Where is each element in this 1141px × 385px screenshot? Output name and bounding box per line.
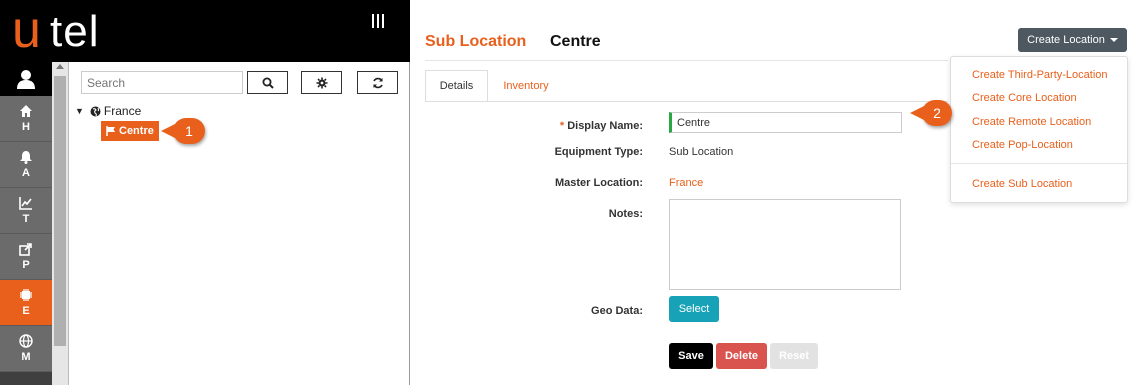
- nav-item-label: P: [22, 259, 30, 271]
- nav-item-map[interactable]: M: [0, 326, 52, 372]
- globe-icon: [90, 106, 101, 116]
- display-name-label-text: Display Name:: [567, 120, 643, 132]
- tree-node-label: Centre: [119, 125, 154, 137]
- save-button[interactable]: Save: [669, 343, 713, 369]
- scroll-thumb[interactable]: [54, 76, 66, 346]
- equipment-type-value: Sub Location: [669, 146, 734, 158]
- geo-select-button[interactable]: Select: [669, 296, 719, 322]
- menu-item-sub[interactable]: Create Sub Location: [972, 178, 1072, 190]
- delete-button[interactable]: Delete: [716, 343, 767, 369]
- menu-item-third-party[interactable]: Create Third-Party-Location: [972, 69, 1108, 81]
- notes-textarea[interactable]: [669, 199, 901, 290]
- nav-item-label: T: [22, 213, 30, 225]
- nav-item-label: E: [22, 305, 30, 317]
- location-tree-panel: ▼ France Centre: [70, 62, 410, 385]
- refresh-icon: [372, 77, 383, 88]
- display-name-field[interactable]: Centre: [669, 112, 902, 133]
- panel-toggle-icon[interactable]: [372, 14, 384, 32]
- search-button[interactable]: [247, 71, 288, 94]
- display-name-label: * Display Name:: [413, 120, 643, 132]
- tree-search-input[interactable]: [81, 71, 243, 94]
- nav-item-home[interactable]: H: [0, 96, 52, 142]
- refresh-button[interactable]: [357, 71, 398, 94]
- nav-item-p[interactable]: P: [0, 234, 52, 280]
- main-content: Sub Location Centre Create Location Deta…: [411, 0, 1141, 385]
- callout-number: 2: [933, 105, 941, 121]
- required-marker: *: [559, 120, 565, 132]
- tree-settings-button[interactable]: [301, 71, 342, 94]
- nav-item-label: A: [22, 167, 30, 179]
- page-subtitle: Centre: [550, 33, 601, 50]
- tree-node-label: France: [103, 104, 142, 118]
- chart-line-icon: [19, 197, 32, 210]
- chip-icon: [20, 289, 32, 301]
- utel-logo[interactable]: u tel: [12, 1, 132, 59]
- gear-icon: [316, 77, 327, 88]
- header-divider: [425, 60, 948, 61]
- menu-item-pop[interactable]: Create Pop-Location: [972, 139, 1073, 151]
- notes-label: Notes:: [608, 208, 643, 220]
- user-avatar-button[interactable]: [0, 62, 52, 96]
- nav-item-label: H: [22, 121, 30, 133]
- search-icon: [262, 77, 274, 89]
- tree-node-root[interactable]: ▼ France: [75, 104, 141, 118]
- master-location-link[interactable]: France: [669, 177, 703, 189]
- tab-divider: [425, 101, 948, 102]
- tab-inventory[interactable]: Inventory: [491, 70, 561, 102]
- master-location-label: Master Location:: [554, 177, 643, 189]
- create-location-label: Create Location: [1027, 34, 1105, 46]
- equipment-type-label: Equipment Type:: [554, 146, 643, 158]
- bell-icon: [20, 151, 32, 164]
- logo-text: tel: [50, 7, 100, 56]
- flag-icon: [106, 126, 115, 136]
- tree-scrollbar[interactable]: [52, 62, 69, 385]
- menu-divider: [951, 163, 1127, 164]
- nav-item-label: M: [21, 351, 31, 363]
- nav-item-trends[interactable]: T: [0, 188, 52, 234]
- caret-down-icon: [1109, 38, 1118, 42]
- callout-number: 1: [185, 123, 193, 139]
- caret-down-icon[interactable]: ▼: [75, 106, 84, 116]
- tree-node-selected[interactable]: Centre: [101, 121, 159, 141]
- user-icon: [17, 70, 35, 89]
- step-callout-1: 1: [161, 118, 205, 144]
- create-location-menu: Create Third-Party-Location Create Core …: [950, 56, 1128, 203]
- share-icon: [19, 243, 32, 256]
- logo-u: u: [12, 1, 41, 59]
- top-bar: u tel: [0, 0, 410, 62]
- home-icon: [20, 105, 32, 117]
- globe-icon: [19, 334, 33, 348]
- nav-item-equipment[interactable]: E: [0, 280, 52, 326]
- page-title: Sub Location: [425, 33, 527, 50]
- scroll-up-arrow-icon[interactable]: [56, 64, 64, 69]
- reset-button[interactable]: Reset: [770, 343, 818, 369]
- nav-item-alarms[interactable]: A: [0, 142, 52, 188]
- menu-item-core[interactable]: Create Core Location: [972, 92, 1077, 104]
- app-root: u tel H A T P E M Search ▼ France Centre…: [0, 0, 1141, 385]
- menu-item-remote[interactable]: Create Remote Location: [972, 116, 1091, 128]
- step-callout-2: 2: [910, 100, 952, 126]
- geo-data-label: Geo Data:: [591, 305, 643, 317]
- tab-details[interactable]: Details: [425, 70, 488, 102]
- create-location-button[interactable]: Create Location: [1018, 28, 1127, 52]
- left-nav: H A T P E M: [0, 62, 52, 385]
